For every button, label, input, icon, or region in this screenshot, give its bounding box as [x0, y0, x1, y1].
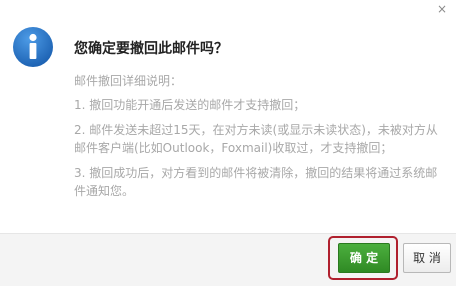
close-icon[interactable]: ×	[436, 3, 448, 15]
confirm-button[interactable]: 确 定	[338, 243, 390, 273]
details-item-1: 1. 撤回功能开通后发送的邮件才支持撤回；	[74, 98, 306, 112]
details-item-2: 2. 邮件发送未超过15天，在对方未读(或显示未读状态)，未被对方从邮件客户端(…	[74, 123, 438, 155]
details-heading: 邮件撤回详细说明：	[74, 74, 183, 88]
cancel-button[interactable]: 取 消	[403, 243, 451, 273]
dialog-title: 您确定要撤回此邮件吗？	[74, 41, 228, 57]
recall-mail-dialog: × 您确定要撤回此邮件吗？ 邮件撤回详细说明： 1. 撤回功能开通后发送的邮件才…	[0, 0, 456, 286]
recall-details: 邮件撤回详细说明： 1. 撤回功能开通后发送的邮件才支持撤回； 2. 邮件发送未…	[74, 72, 444, 207]
info-icon	[13, 27, 53, 67]
details-item-3: 3. 撤回成功后，对方看到的邮件将被清除，撤回的结果将通过系统邮件通知您。	[74, 166, 438, 198]
